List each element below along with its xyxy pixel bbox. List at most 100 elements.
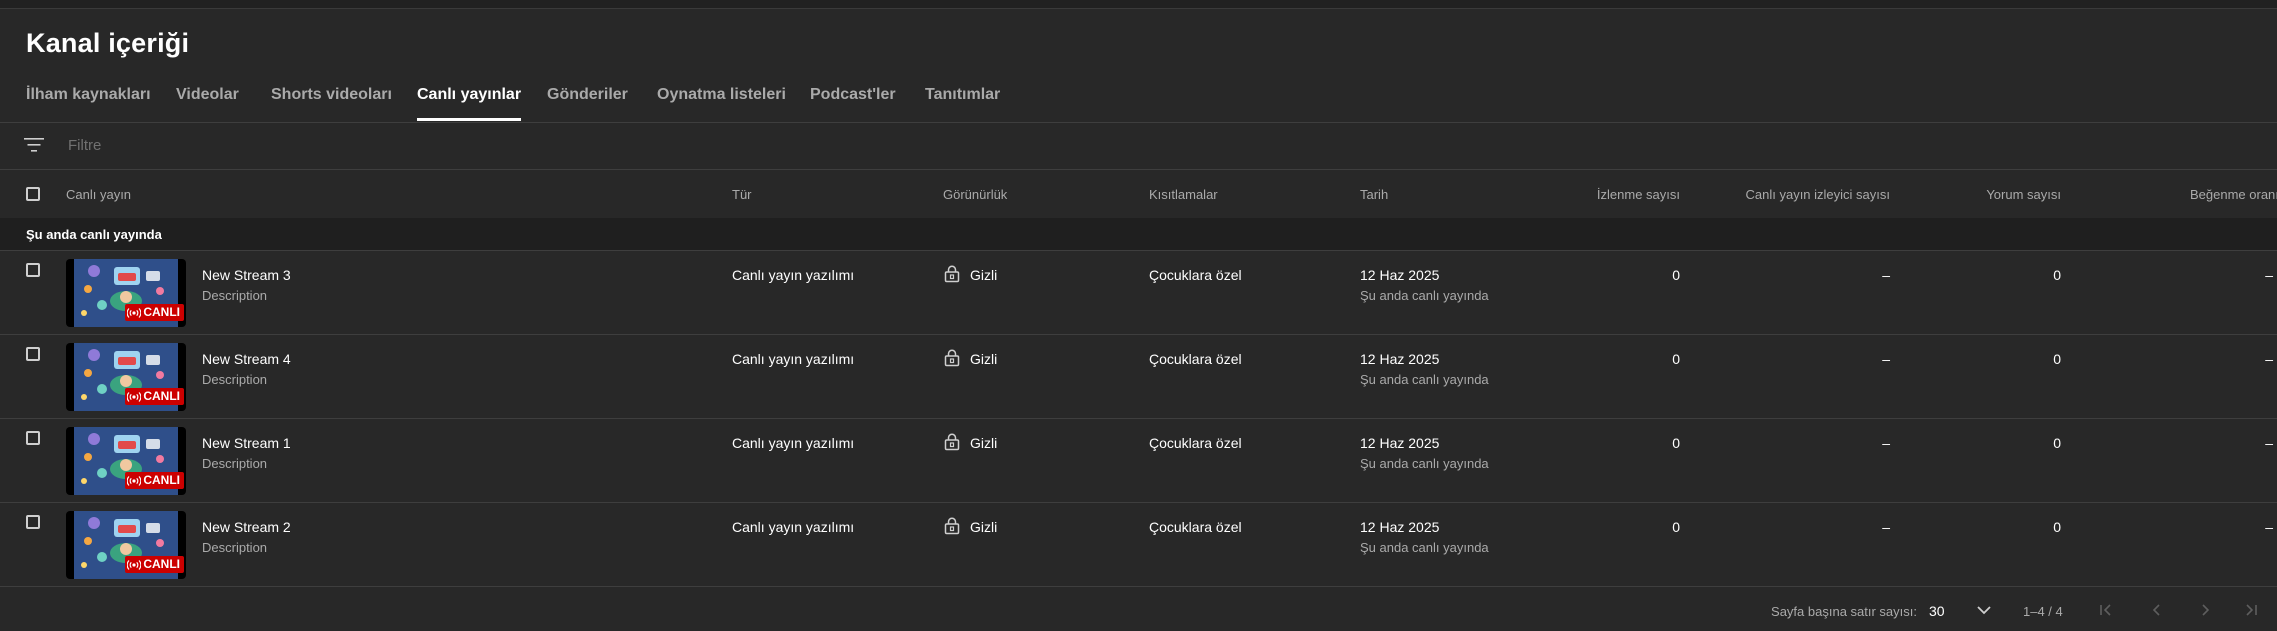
- first-page-icon[interactable]: [2098, 602, 2116, 618]
- stream-description: Description: [202, 288, 268, 303]
- tab-inspiration[interactable]: İlham kaynakları: [26, 84, 151, 122]
- filter-input[interactable]: [64, 132, 672, 158]
- tab-podcasts[interactable]: Podcast'ler: [810, 84, 896, 122]
- comments-value: 0: [2053, 519, 2061, 535]
- restrictions-value: Çocuklara özel: [1149, 351, 1242, 367]
- column-header-views[interactable]: İzlenme sayısı: [1597, 187, 1680, 202]
- lock-icon[interactable]: [944, 349, 960, 367]
- stream-type: Canlı yayın yazılımı: [732, 519, 855, 535]
- stream-type: Canlı yayın yazılımı: [732, 267, 855, 283]
- live-badge-label: CANLI: [143, 557, 180, 571]
- tab-playlists[interactable]: Oynatma listeleri: [657, 84, 786, 122]
- previous-page-icon[interactable]: [2148, 602, 2166, 618]
- table-header: Canlı yayın Tür Görünürlük Kısıtlamalar …: [0, 170, 2277, 219]
- stream-type: Canlı yayın yazılımı: [732, 351, 855, 367]
- last-page-icon[interactable]: [2242, 602, 2260, 618]
- tab-bar: İlham kaynakları Videolar Shorts videola…: [0, 84, 2277, 123]
- select-all-checkbox[interactable]: [26, 187, 40, 201]
- pagination: Sayfa başına satır sayısı: 30 1–4 / 4: [0, 588, 2277, 631]
- restrictions-value: Çocuklara özel: [1149, 519, 1242, 535]
- column-header-live-viewers[interactable]: Canlı yayın izleyici sayısı: [1746, 187, 1891, 202]
- stream-title[interactable]: New Stream 1: [202, 435, 291, 451]
- lock-icon[interactable]: [944, 265, 960, 283]
- visibility-value[interactable]: Gizli: [970, 519, 997, 535]
- views-value: 0: [1672, 435, 1680, 451]
- row-checkbox[interactable]: [26, 263, 40, 277]
- stream-title[interactable]: New Stream 4: [202, 351, 291, 367]
- row-checkbox[interactable]: [26, 347, 40, 361]
- stream-thumbnail[interactable]: CANLI: [66, 511, 186, 579]
- broadcast-icon: [127, 475, 142, 486]
- column-header-comments[interactable]: Yorum sayısı: [1986, 187, 2061, 202]
- restrictions-value: Çocuklara özel: [1149, 435, 1242, 451]
- live-badge-label: CANLI: [143, 305, 180, 319]
- table-row[interactable]: CANLI New Stream 3 Description Canlı yay…: [0, 251, 2277, 335]
- stream-description: Description: [202, 456, 268, 471]
- visibility-value[interactable]: Gizli: [970, 351, 997, 367]
- live-badge: CANLI: [125, 472, 184, 489]
- table-row[interactable]: CANLI New Stream 2 Description Canlı yay…: [0, 503, 2277, 587]
- live-badge: CANLI: [125, 304, 184, 321]
- stream-title[interactable]: New Stream 2: [202, 519, 291, 535]
- stream-thumbnail[interactable]: CANLI: [66, 427, 186, 495]
- next-page-icon[interactable]: [2196, 602, 2214, 618]
- comments-value: 0: [2053, 351, 2061, 367]
- top-border: [0, 0, 2277, 9]
- page-range: 1–4 / 4: [2023, 604, 2063, 619]
- column-header-visibility[interactable]: Görünürlük: [943, 187, 1007, 202]
- tab-live[interactable]: Canlı yayınlar: [417, 84, 522, 122]
- date-value: 12 Haz 2025: [1360, 351, 1440, 367]
- tab-promotions[interactable]: Tanıtımlar: [925, 84, 1000, 122]
- column-header-date[interactable]: Tarih: [1360, 187, 1388, 202]
- row-checkbox[interactable]: [26, 431, 40, 445]
- table-row[interactable]: CANLI New Stream 1 Description Canlı yay…: [0, 419, 2277, 503]
- views-value: 0: [1672, 267, 1680, 283]
- views-value: 0: [1672, 351, 1680, 367]
- stream-type: Canlı yayın yazılımı: [732, 435, 855, 451]
- date-value: 12 Haz 2025: [1360, 267, 1440, 283]
- stream-title[interactable]: New Stream 3: [202, 267, 291, 283]
- chevron-down-icon[interactable]: [1975, 602, 1993, 618]
- restrictions-value: Çocuklara özel: [1149, 267, 1242, 283]
- live-badge-label: CANLI: [143, 389, 180, 403]
- live-viewers-value: –: [1882, 519, 1890, 535]
- lock-icon[interactable]: [944, 517, 960, 535]
- column-header-restrictions[interactable]: Kısıtlamalar: [1149, 187, 1218, 202]
- stream-thumbnail[interactable]: CANLI: [66, 259, 186, 327]
- filter-bar: [0, 122, 2277, 170]
- live-badge-label: CANLI: [143, 473, 180, 487]
- column-header-live[interactable]: Canlı yayın: [66, 187, 131, 202]
- date-status: Şu anda canlı yayında: [1360, 372, 1489, 387]
- like-ratio-value: –: [2265, 435, 2273, 451]
- table-row[interactable]: CANLI New Stream 4 Description Canlı yay…: [0, 335, 2277, 419]
- lock-icon[interactable]: [944, 433, 960, 451]
- column-header-like-ratio[interactable]: Beğenme oranı: [2190, 187, 2277, 202]
- date-status: Şu anda canlı yayında: [1360, 540, 1489, 555]
- stream-list: CANLI New Stream 3 Description Canlı yay…: [0, 251, 2277, 587]
- rows-per-page-select[interactable]: 30: [1929, 603, 1945, 619]
- like-ratio-value: –: [2265, 267, 2273, 283]
- date-value: 12 Haz 2025: [1360, 519, 1440, 535]
- visibility-value[interactable]: Gizli: [970, 267, 997, 283]
- live-badge: CANLI: [125, 556, 184, 573]
- live-viewers-value: –: [1882, 351, 1890, 367]
- rows-per-page-label: Sayfa başına satır sayısı:: [1771, 604, 1917, 619]
- page-title: Kanal içeriği: [26, 28, 190, 58]
- like-ratio-value: –: [2265, 351, 2273, 367]
- tab-shorts[interactable]: Shorts videoları: [271, 84, 392, 122]
- row-checkbox[interactable]: [26, 515, 40, 529]
- date-status: Şu anda canlı yayında: [1360, 288, 1489, 303]
- tab-posts[interactable]: Gönderiler: [547, 84, 628, 122]
- live-viewers-value: –: [1882, 435, 1890, 451]
- tab-videos[interactable]: Videolar: [176, 84, 239, 122]
- visibility-value[interactable]: Gizli: [970, 435, 997, 451]
- column-header-type[interactable]: Tür: [732, 187, 752, 202]
- filter-icon[interactable]: [24, 137, 44, 153]
- views-value: 0: [1672, 519, 1680, 535]
- date-status: Şu anda canlı yayında: [1360, 456, 1489, 471]
- live-viewers-value: –: [1882, 267, 1890, 283]
- stream-thumbnail[interactable]: CANLI: [66, 343, 186, 411]
- broadcast-icon: [127, 559, 142, 570]
- comments-value: 0: [2053, 267, 2061, 283]
- comments-value: 0: [2053, 435, 2061, 451]
